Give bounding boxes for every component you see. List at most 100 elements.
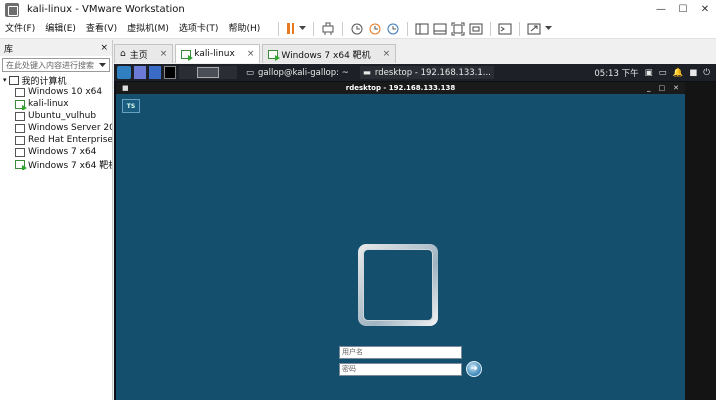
panel-clock[interactable]: 05:13 下午	[594, 67, 638, 79]
tree-root-my-computer[interactable]: ▾ 我的计算机	[3, 74, 112, 86]
tab-label: kali-linux	[194, 49, 235, 59]
collapse-icon[interactable]: ▾	[3, 76, 7, 84]
rdesktop-window: ■ rdesktop - 192.168.133.138 _ □ ✕ TS 用户…	[116, 82, 685, 400]
tab-close-button[interactable]: ×	[160, 49, 168, 59]
taskbar-terminal[interactable]: ▭ gallop@kali-gallop: ~	[243, 66, 352, 79]
window-title: kali-linux - VMware Workstation	[27, 4, 185, 15]
tree-item-vm[interactable]: Windows 10 x64	[15, 86, 112, 98]
kali-top-panel: ▭ gallop@kali-gallop: ~ ▬ rdesktop - 192…	[114, 64, 716, 81]
thumbnail-bar-icon[interactable]	[433, 21, 447, 37]
tab-label: Windows 7 x64 靶机	[281, 50, 371, 61]
vm-running-icon	[268, 49, 281, 61]
tree-item-vm[interactable]: Windows 7 x64 靶机	[15, 158, 112, 170]
rdesktop-minimize-button[interactable]: _	[647, 84, 651, 92]
vm-display[interactable]: ▭ gallop@kali-gallop: ~ ▬ rdesktop - 192…	[114, 64, 716, 400]
maximize-button[interactable]: ☐	[672, 0, 694, 19]
vm-icon	[15, 111, 25, 121]
search-dropdown-icon[interactable]	[99, 62, 106, 68]
rdesktop-window-icon: ▬	[362, 67, 371, 78]
rdesktop-close-button[interactable]: ✕	[673, 84, 679, 92]
display-icon[interactable]: ▭	[659, 68, 667, 78]
vm-running-icon	[15, 159, 27, 170]
password-field[interactable]: 密码	[339, 363, 462, 376]
rdesktop-maximize-button[interactable]: □	[659, 84, 666, 92]
menu-edit[interactable]: 编辑(E)	[40, 19, 81, 39]
vm-background	[685, 82, 716, 400]
workspace-active[interactable]	[197, 67, 219, 78]
login-arrow-button[interactable]: ➜	[466, 361, 482, 377]
power-icon[interactable]: ⏻	[703, 68, 710, 78]
unity-mode-icon[interactable]	[469, 21, 483, 37]
power-dropdown-icon[interactable]	[299, 21, 307, 37]
terminal-window-icon: ▭	[246, 67, 255, 78]
library-panel: 库 × 在此处键入内容进行搜索 ▾ 我的计算机 Windows 10 x64 k…	[0, 40, 113, 400]
tree-item-vm[interactable]: Red Hat Enterprise L	[15, 134, 112, 146]
stretch-guest-icon[interactable]	[527, 21, 541, 37]
menu-file[interactable]: 文件(F)	[0, 19, 40, 39]
pause-button[interactable]	[286, 21, 295, 37]
screen-icon[interactable]: ▣	[645, 68, 653, 78]
tab-kali-linux[interactable]: kali-linux ×	[175, 44, 261, 63]
taskbar-terminal-label: gallop@kali-gallop: ~	[258, 67, 349, 78]
rdesktop-menu-icon[interactable]: ■	[122, 82, 129, 94]
menu-help[interactable]: 帮助(H)	[223, 19, 265, 39]
tab-close-button[interactable]: ×	[247, 49, 255, 59]
username-field[interactable]: 用户名	[339, 346, 462, 359]
tab-close-button[interactable]: ×	[383, 49, 391, 59]
tree-item-vm[interactable]: Windows 7 x64	[15, 146, 112, 158]
toolbar	[273, 21, 554, 37]
tree-item-vm[interactable]: kali-linux	[15, 98, 112, 110]
computer-icon	[8, 75, 19, 85]
avatar-picture	[363, 249, 433, 321]
menu-bar: 文件(F) 编辑(E) 查看(V) 虚拟机(M) 选项卡(T) 帮助(H)	[0, 19, 716, 39]
toolbar-separator	[278, 21, 280, 36]
library-search-input[interactable]: 在此处键入内容进行搜索	[2, 58, 110, 72]
pause-icon	[287, 23, 290, 34]
kali-menu-icon[interactable]	[117, 66, 131, 79]
vm-icon	[15, 87, 25, 97]
menu-vm[interactable]: 虚拟机(M)	[122, 19, 174, 39]
user-avatar	[358, 244, 438, 326]
console-view-icon[interactable]	[498, 21, 512, 37]
workspace-1[interactable]	[134, 66, 146, 79]
stretch-dropdown-icon[interactable]	[545, 21, 553, 37]
snapshot-manager-icon[interactable]	[386, 21, 400, 37]
taskbar-rdesktop-label: rdesktop - 192.168.133.1...	[374, 67, 491, 78]
revert-snapshot-icon[interactable]	[368, 21, 382, 37]
close-button[interactable]: ✕	[694, 0, 716, 19]
library-close-button[interactable]: ×	[100, 43, 108, 53]
tab-windows7-target[interactable]: Windows 7 x64 靶机 ×	[262, 44, 397, 63]
rdesktop-titlebar: ■ rdesktop - 192.168.133.138 _ □ ✕	[116, 82, 685, 94]
show-library-icon[interactable]	[415, 21, 429, 37]
tree-item-label: Ubuntu_vulhub	[28, 111, 97, 121]
ts-badge: TS	[122, 99, 140, 113]
terminal-icon[interactable]	[164, 66, 176, 79]
tab-home[interactable]: ⌂ 主页 ×	[114, 44, 174, 63]
tree-item-vm[interactable]: Ubuntu_vulhub	[15, 110, 112, 122]
library-title: 库	[4, 44, 14, 55]
vm-running-icon	[15, 99, 27, 110]
vm-icon	[15, 135, 25, 145]
menu-view[interactable]: 查看(V)	[81, 19, 122, 39]
vmware-app-icon	[5, 2, 19, 17]
tree-item-label: Windows Server 200	[28, 123, 112, 133]
tree-root-label: 我的计算机	[21, 76, 67, 87]
file-manager-icon[interactable]	[149, 66, 161, 79]
lock-icon[interactable]: ■	[689, 68, 697, 78]
tree-item-vm[interactable]: Windows Server 200	[15, 122, 112, 134]
home-icon: ⌂	[120, 49, 126, 59]
send-ctrl-alt-del-icon[interactable]	[321, 21, 335, 37]
full-screen-icon[interactable]	[451, 21, 465, 37]
library-search-placeholder: 在此处键入内容进行搜索	[6, 60, 94, 70]
snapshot-icon[interactable]	[350, 21, 364, 37]
tree-item-label: kali-linux	[28, 99, 69, 109]
vm-icon	[15, 147, 25, 157]
notification-bell-icon[interactable]: 🔔	[673, 68, 684, 78]
minimize-button[interactable]: —	[650, 0, 672, 19]
taskbar-rdesktop[interactable]: ▬ rdesktop - 192.168.133.1...	[359, 66, 494, 79]
rdesktop-title: rdesktop - 192.168.133.138	[345, 84, 456, 92]
tree-item-label: Red Hat Enterprise L	[28, 135, 112, 145]
tree-item-label: Windows 7 x64	[28, 147, 97, 157]
workspace-switcher[interactable]	[179, 66, 237, 79]
menu-tabs[interactable]: 选项卡(T)	[174, 19, 224, 39]
